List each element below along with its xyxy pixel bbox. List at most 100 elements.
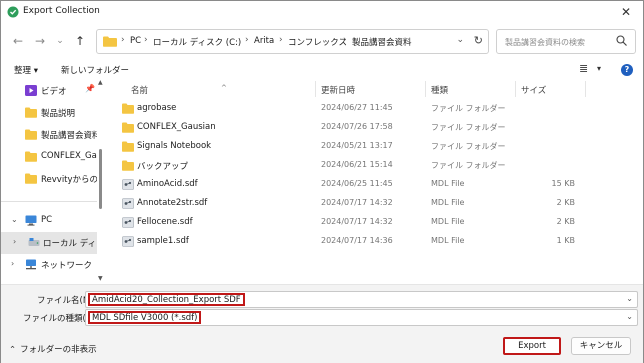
drive-icon <box>28 238 40 246</box>
file-name[interactable]: Signals Notebook <box>137 141 211 151</box>
scroll-down-icon[interactable]: ▼ <box>98 275 103 282</box>
sidebar-item-videos[interactable]: ビデオ 📌 <box>1 80 97 102</box>
pin-icon: 📌 <box>85 84 95 93</box>
filetype-select[interactable]: MDL SDfile V3000 (*.sdf) ⌄ <box>85 309 638 326</box>
file-size: 15 KB <box>551 179 575 188</box>
file-row[interactable]: agrobase 2024/06/27 11:45 ファイル フォルダー <box>105 99 595 118</box>
refresh-icon[interactable]: ↻ <box>474 34 483 47</box>
file-name[interactable]: CONFLEX_Gausian <box>137 122 216 132</box>
breadcrumb-current-folder[interactable]: 製品講習会資料 <box>352 36 412 48</box>
breadcrumb-arita[interactable]: Arita <box>254 36 274 46</box>
column-header-type[interactable]: 種類 <box>431 84 448 96</box>
sidebar-item-pc[interactable]: ⌄ PC <box>1 210 97 232</box>
file-name[interactable]: AminoAcid.sdf <box>137 179 198 189</box>
search-icon <box>616 35 627 46</box>
file-type: MDL File <box>431 179 465 188</box>
command-toolbar: 整理 ▾ 新しいフォルダー ≣ ▾ ? <box>1 61 643 79</box>
sdf-file-icon <box>122 179 134 190</box>
back-arrow-icon[interactable]: ← <box>9 32 27 50</box>
export-button[interactable]: Export <box>503 337 561 355</box>
column-header-size[interactable]: サイズ <box>521 84 546 96</box>
close-icon[interactable]: ✕ <box>615 3 637 21</box>
up-arrow-icon[interactable]: ↑ <box>71 32 89 50</box>
filetype-value[interactable]: MDL SDfile V3000 (*.sdf) <box>88 311 202 324</box>
file-name[interactable]: Annotate2str.sdf <box>137 198 207 208</box>
filename-field[interactable]: AmidAcid20_Collection_Export SDF ⌄ <box>85 291 638 308</box>
file-date: 2024/06/25 11:45 <box>321 179 393 188</box>
hide-folders-label: フォルダーの非表示 <box>20 345 97 355</box>
address-bar[interactable]: › PC › ローカル ディスク (C:) › Arita › コンフレックス … <box>96 29 489 54</box>
sidebar-item-revvity[interactable]: Revvityからの資料 <box>1 168 97 190</box>
file-row[interactable]: Annotate2str.sdf 2024/07/17 14:32 MDL File… <box>105 194 595 213</box>
save-options: ファイル名(N): AmidAcid20_Collection_Export S… <box>1 284 643 363</box>
file-size: 2 KB <box>556 217 575 226</box>
scroll-up-icon[interactable]: ▲ <box>98 79 103 86</box>
breadcrumb-separator: › <box>245 35 249 45</box>
hide-folders-toggle[interactable]: ⌃ フォルダーの非表示 <box>9 343 97 355</box>
breadcrumb-pc[interactable]: PC <box>130 36 141 46</box>
breadcrumb-local-disk[interactable]: ローカル ディスク (C:) <box>153 36 241 48</box>
view-options-icon[interactable]: ≣ <box>579 62 588 75</box>
column-divider[interactable] <box>585 81 586 97</box>
column-divider[interactable] <box>515 81 516 97</box>
sidebar-item-label: ローカル ディスク <box>43 239 97 249</box>
video-icon <box>25 85 37 96</box>
sidebar-item-seminar-materials[interactable]: 製品講習会資料 <box>1 124 97 146</box>
folder-icon <box>25 107 37 118</box>
navigation-pane: ビデオ 📌 製品説明 製品講習会資料 CONFLEX_Gausian Revvi… <box>1 79 97 284</box>
breadcrumb-separator: › <box>279 35 283 45</box>
recent-locations-icon[interactable]: ⌄ <box>51 32 69 50</box>
sidebar-divider <box>1 201 97 202</box>
sdf-file-icon <box>122 217 134 228</box>
file-row[interactable]: AminoAcid.sdf 2024/06/25 11:45 MDL File 15 … <box>105 175 595 194</box>
window-title: Export Collection <box>23 6 100 16</box>
chevron-right-icon[interactable]: › <box>11 259 14 268</box>
column-header-name[interactable]: 名前 <box>131 84 148 96</box>
chevron-down-icon[interactable]: ⌄ <box>626 294 633 303</box>
organize-button[interactable]: 整理 ▾ <box>14 64 38 76</box>
forward-arrow-icon[interactable]: → <box>31 32 49 50</box>
scrollbar-thumb[interactable] <box>99 149 102 209</box>
breadcrumb-separator: › <box>144 35 148 45</box>
column-header-date[interactable]: 更新日時 <box>321 84 355 96</box>
file-date: 2024/07/17 14:36 <box>321 236 393 245</box>
sidebar-item-network[interactable]: › ネットワーク <box>1 254 97 276</box>
breadcrumb-separator: › <box>121 35 125 45</box>
file-row[interactable]: CONFLEX_Gausian 2024/07/26 17:58 ファイル フォルダ… <box>105 118 595 137</box>
file-row[interactable]: バックアップ 2024/06/21 15:14 ファイル フォルダー <box>105 156 595 175</box>
cancel-button[interactable]: キャンセル <box>571 337 631 355</box>
file-row[interactable]: Signals Notebook 2024/05/21 13:17 ファイル フォル… <box>105 137 595 156</box>
view-dropdown-icon[interactable]: ▾ <box>597 64 601 73</box>
pc-icon <box>25 215 37 226</box>
file-row[interactable]: sample1.sdf 2024/07/17 14:36 MDL File 1 KB <box>105 232 595 251</box>
file-type: MDL File <box>431 198 465 207</box>
file-date: 2024/06/27 11:45 <box>321 103 393 112</box>
filename-value[interactable]: AmidAcid20_Collection_Export SDF <box>88 293 245 306</box>
sidebar-item-product-description[interactable]: 製品説明 <box>1 102 97 124</box>
folder-icon <box>122 160 134 171</box>
column-divider[interactable] <box>315 81 316 97</box>
help-icon[interactable]: ? <box>621 64 633 76</box>
sdf-file-icon <box>122 236 134 247</box>
breadcrumb-separator: › <box>343 35 347 45</box>
file-name[interactable]: バックアップ <box>137 160 188 172</box>
sidebar-item-label: 製品説明 <box>41 109 76 119</box>
file-name[interactable]: Fellocene.sdf <box>137 217 193 227</box>
file-name[interactable]: agrobase <box>137 103 176 113</box>
address-dropdown-icon[interactable]: ⌄ <box>456 35 464 45</box>
chevron-right-icon[interactable]: › <box>13 237 16 246</box>
chevron-down-icon[interactable]: ⌄ <box>11 215 18 224</box>
file-name[interactable]: sample1.sdf <box>137 236 189 246</box>
sort-ascending-icon: ^ <box>221 84 227 92</box>
sidebar-scrollbar[interactable]: ▲ ▼ <box>98 79 103 284</box>
search-box[interactable]: 製品講習会資料の検索 <box>496 29 636 54</box>
file-date: 2024/06/21 15:14 <box>321 160 393 169</box>
sidebar-item-local-disk[interactable]: › ローカル ディスク <box>1 232 97 254</box>
file-type: ファイル フォルダー <box>431 161 506 170</box>
new-folder-button[interactable]: 新しいフォルダー <box>61 64 129 76</box>
column-divider[interactable] <box>425 81 426 97</box>
breadcrumb-conflex[interactable]: コンフレックス <box>288 36 347 48</box>
chevron-down-icon[interactable]: ⌄ <box>626 312 633 321</box>
file-row[interactable]: Fellocene.sdf 2024/07/17 14:32 MDL File 2 K… <box>105 213 595 232</box>
sidebar-item-conflex-gausian[interactable]: CONFLEX_Gausian <box>1 146 97 168</box>
